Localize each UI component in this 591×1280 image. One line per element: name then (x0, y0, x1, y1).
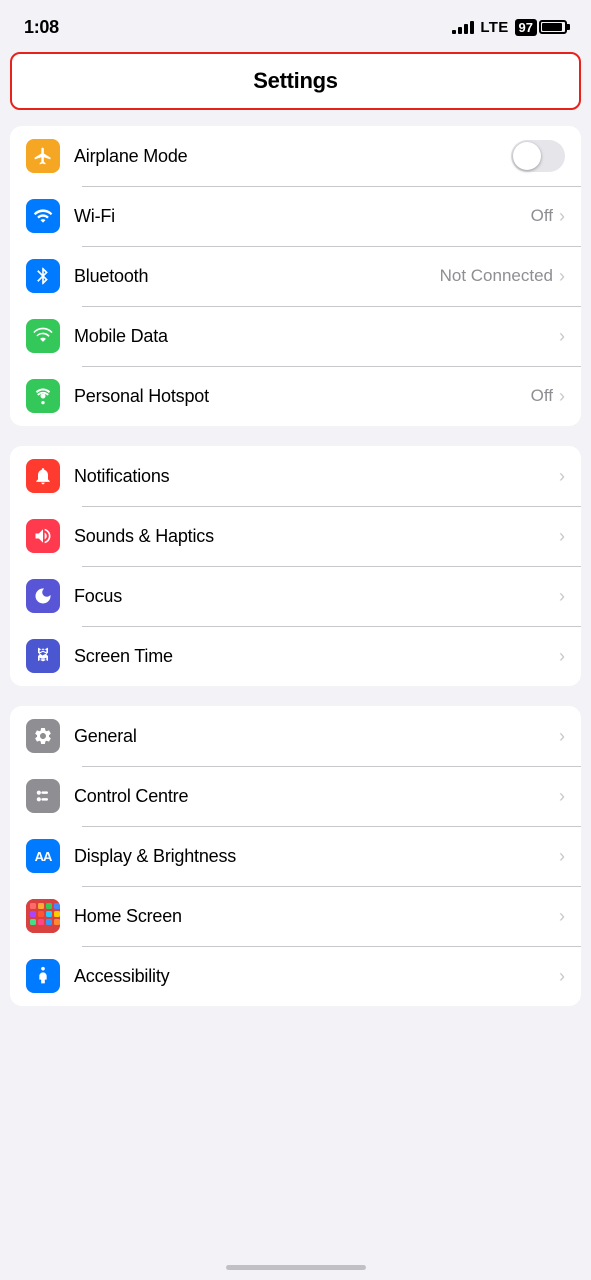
control-centre-icon (26, 779, 60, 813)
accessibility-chevron-icon: › (559, 966, 565, 987)
settings-row-airplane-mode[interactable]: Airplane Mode (10, 126, 581, 186)
settings-row-general[interactable]: General › (10, 706, 581, 766)
accessibility-icon (26, 959, 60, 993)
page-title: Settings (253, 68, 337, 93)
notifications-icon (26, 459, 60, 493)
mobile-data-icon (26, 319, 60, 353)
airplane-mode-label: Airplane Mode (74, 146, 511, 167)
lte-label: LTE (480, 19, 508, 36)
screen-time-label: Screen Time (74, 646, 559, 667)
general-label: General (74, 726, 559, 747)
airplane-mode-toggle[interactable] (511, 140, 565, 172)
toggle-knob (513, 142, 541, 170)
display-brightness-chevron-icon: › (559, 846, 565, 867)
personal-hotspot-chevron-icon: › (559, 386, 565, 407)
bluetooth-icon (26, 259, 60, 293)
wifi-chevron-icon: › (559, 206, 565, 227)
battery-container: 97 (515, 19, 567, 36)
control-centre-label: Control Centre (74, 786, 559, 807)
focus-icon (26, 579, 60, 613)
mobile-data-label: Mobile Data (74, 326, 559, 347)
status-time: 1:08 (24, 17, 59, 38)
focus-label: Focus (74, 586, 559, 607)
settings-row-accessibility[interactable]: Accessibility › (10, 946, 581, 1006)
settings-group-notifications: Notifications › Sounds & Haptics › Focus… (10, 446, 581, 686)
home-screen-chevron-icon: › (559, 906, 565, 927)
control-centre-chevron-icon: › (559, 786, 565, 807)
settings-row-focus[interactable]: Focus › (10, 566, 581, 626)
settings-row-personal-hotspot[interactable]: Personal Hotspot Off › (10, 366, 581, 426)
settings-row-control-centre[interactable]: Control Centre › (10, 766, 581, 826)
battery-percent: 97 (515, 19, 537, 36)
wifi-icon (26, 199, 60, 233)
settings-row-sounds-haptics[interactable]: Sounds & Haptics › (10, 506, 581, 566)
settings-row-home-screen[interactable]: Home Screen › (10, 886, 581, 946)
general-chevron-icon: › (559, 726, 565, 747)
settings-group-connectivity: Airplane Mode Wi-Fi Off › Bluetooth Not … (10, 126, 581, 426)
battery-fill (542, 23, 562, 31)
settings-row-mobile-data[interactable]: Mobile Data › (10, 306, 581, 366)
screen-time-icon (26, 639, 60, 673)
display-brightness-label: Display & Brightness (74, 846, 559, 867)
notifications-label: Notifications (74, 466, 559, 487)
page-title-bar: Settings (10, 52, 581, 110)
screen-time-chevron-icon: › (559, 646, 565, 667)
notifications-chevron-icon: › (559, 466, 565, 487)
general-icon (26, 719, 60, 753)
status-right: LTE 97 (452, 19, 567, 36)
hotspot-icon (26, 379, 60, 413)
wifi-value: Off (531, 206, 553, 226)
accessibility-label: Accessibility (74, 966, 559, 987)
sounds-haptics-icon (26, 519, 60, 553)
sounds-haptics-label: Sounds & Haptics (74, 526, 559, 547)
settings-row-screen-time[interactable]: Screen Time › (10, 626, 581, 686)
airplane-mode-icon (26, 139, 60, 173)
personal-hotspot-label: Personal Hotspot (74, 386, 531, 407)
personal-hotspot-value: Off (531, 386, 553, 406)
settings-row-bluetooth[interactable]: Bluetooth Not Connected › (10, 246, 581, 306)
settings-group-display: General › Control Centre › AA Display & … (10, 706, 581, 1006)
home-screen-label: Home Screen (74, 906, 559, 927)
wifi-label: Wi-Fi (74, 206, 531, 227)
home-indicator (226, 1265, 366, 1270)
signal-bars-icon (452, 21, 474, 34)
display-brightness-icon: AA (26, 839, 60, 873)
bluetooth-value: Not Connected (440, 266, 553, 286)
settings-row-notifications[interactable]: Notifications › (10, 446, 581, 506)
settings-row-display-brightness[interactable]: AA Display & Brightness › (10, 826, 581, 886)
sounds-haptics-chevron-icon: › (559, 526, 565, 547)
settings-row-wifi[interactable]: Wi-Fi Off › (10, 186, 581, 246)
mobile-data-chevron-icon: › (559, 326, 565, 347)
bluetooth-label: Bluetooth (74, 266, 440, 287)
status-bar: 1:08 LTE 97 (0, 0, 591, 48)
bluetooth-chevron-icon: › (559, 266, 565, 287)
home-screen-icon (26, 899, 60, 933)
battery-icon (539, 20, 567, 34)
focus-chevron-icon: › (559, 586, 565, 607)
